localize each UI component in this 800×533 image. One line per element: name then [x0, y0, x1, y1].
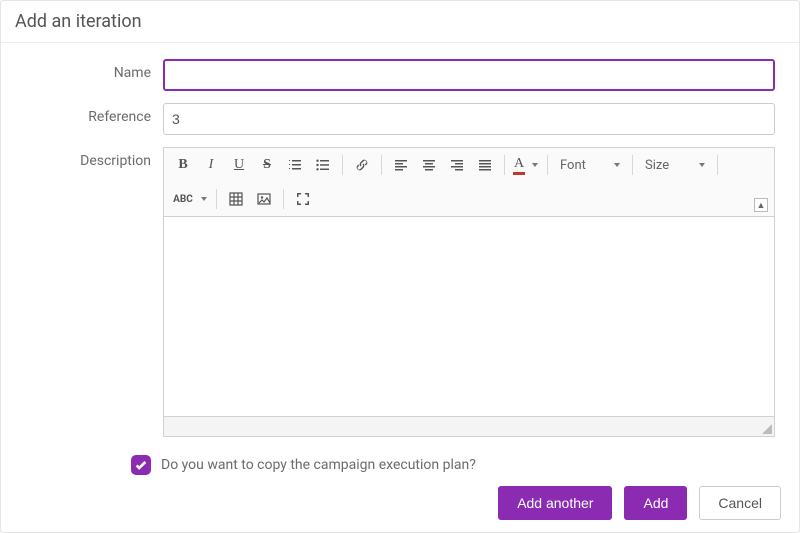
modal-title: Add an iteration [15, 11, 785, 32]
maximize-button[interactable] [290, 186, 316, 212]
ordered-list-button[interactable] [282, 152, 308, 178]
toolbar-separator [504, 155, 505, 175]
size-combo[interactable]: Size [639, 152, 711, 178]
toolbar-separator [216, 189, 217, 209]
name-input[interactable] [163, 59, 775, 91]
modal-header: Add an iteration [1, 1, 799, 43]
rte-footer [163, 417, 775, 437]
spellcheck-button[interactable]: ABC [170, 186, 196, 212]
text-color-swatch [513, 172, 525, 175]
toolbar-separator [381, 155, 382, 175]
italic-button[interactable]: I [198, 152, 224, 178]
cancel-button[interactable]: Cancel [699, 486, 781, 520]
align-justify-button[interactable] [472, 152, 498, 178]
bold-button[interactable]: B [170, 152, 196, 178]
rich-text-editor: B I U S [163, 147, 775, 437]
align-left-button[interactable] [388, 152, 414, 178]
toolbar-separator [547, 155, 548, 175]
copy-plan-checkbox[interactable] [131, 455, 151, 475]
add-another-button[interactable]: Add another [498, 486, 612, 520]
underline-button[interactable]: U [226, 152, 252, 178]
strikethrough-button[interactable]: S [254, 152, 280, 178]
image-button[interactable] [251, 186, 277, 212]
font-combo[interactable]: Font [554, 152, 626, 178]
add-button[interactable]: Add [624, 486, 687, 520]
link-button[interactable] [349, 152, 375, 178]
copy-plan-label: Do you want to copy the campaign executi… [161, 457, 476, 473]
name-label: Name [11, 59, 151, 81]
resize-handle-icon[interactable] [760, 422, 772, 434]
unordered-list-button[interactable] [310, 152, 336, 178]
toolbar-separator [283, 189, 284, 209]
rte-toolbar: B I U S [163, 147, 775, 217]
add-iteration-modal: Add an iteration Name Reference Descript… [0, 0, 800, 533]
description-textarea[interactable] [163, 217, 775, 417]
copy-plan-row: Do you want to copy the campaign executi… [131, 455, 775, 475]
row-description: Description B I U S [11, 147, 775, 437]
align-right-button[interactable] [444, 152, 470, 178]
checkmark-icon [134, 458, 148, 472]
toolbar-separator [632, 155, 633, 175]
text-color-dropdown[interactable] [529, 152, 541, 178]
text-color-button[interactable]: A [511, 152, 527, 178]
modal-body: Name Reference Description B I U S [1, 43, 799, 476]
table-button[interactable] [223, 186, 249, 212]
row-name: Name [11, 59, 775, 91]
toolbar-separator [717, 155, 718, 175]
row-reference: Reference [11, 103, 775, 135]
toolbar-collapse-button[interactable]: ▲ [754, 198, 768, 212]
reference-input[interactable] [163, 103, 775, 135]
description-label: Description [11, 147, 151, 169]
align-center-button[interactable] [416, 152, 442, 178]
modal-footer: Add another Add Cancel [1, 476, 799, 532]
reference-label: Reference [11, 103, 151, 125]
spellcheck-dropdown[interactable] [198, 186, 210, 212]
toolbar-separator [342, 155, 343, 175]
